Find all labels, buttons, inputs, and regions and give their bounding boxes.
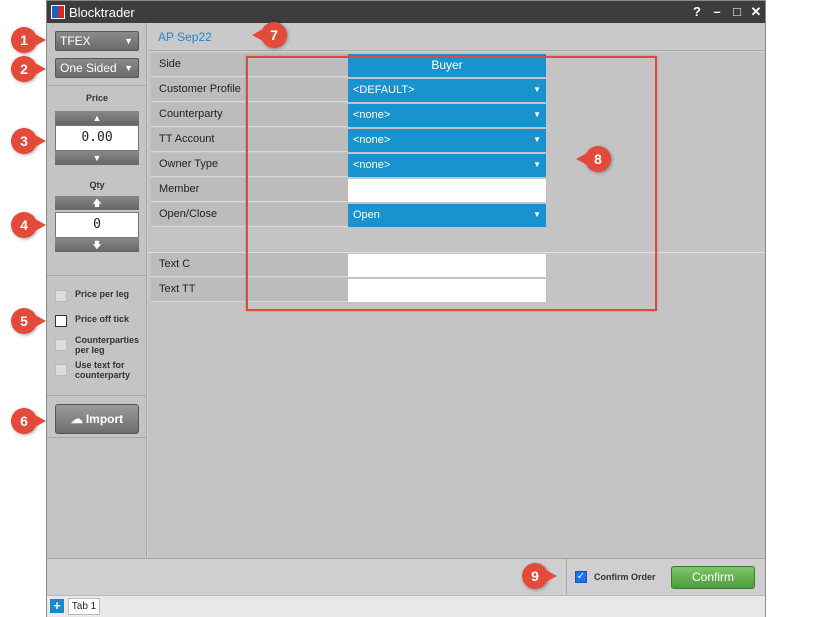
exchange-value: TFEX [60,34,91,48]
callout-4: 4 [11,212,46,238]
callout-9: 9 [522,563,557,589]
exchange-dropdown[interactable]: TFEX ▼ [55,31,139,51]
order-form: Side Buyer Customer Profile <DEFAULT> ▼ … [148,52,765,559]
divider [47,85,147,86]
chevron-down-icon: ▼ [124,36,133,46]
price-off-tick-label: Price off tick [75,314,130,324]
tab-1[interactable]: Tab 1 [68,598,100,615]
callout-8: 8 [576,146,611,172]
form-highlight-box [246,56,657,311]
help-icon[interactable]: ? [689,4,705,20]
price-off-tick-checkbox[interactable] [55,315,67,327]
callout-1: 1 [11,27,46,53]
callout-2: 2 [11,56,46,82]
maximize-icon[interactable]: □ [729,4,745,20]
callout-6: 6 [11,408,46,434]
use-text-for-counterparty-label: Use text for counterparty [75,360,131,380]
qty-input[interactable]: 0 [55,212,139,238]
import-label: Import [85,412,124,426]
tab-bar: + Tab 1 [47,595,765,617]
order-type-dropdown[interactable]: One Sided ▼ [55,58,139,78]
add-tab-icon[interactable]: + [50,599,64,613]
price-label: Price [85,93,109,103]
qty-down-button[interactable]: 🡇 [55,238,139,252]
callout-3: 3 [11,128,46,154]
footer-bar: ✓ Confirm Order Confirm [47,558,765,595]
price-per-leg-label: Price per leg [75,289,130,299]
blocktrader-logo-icon [51,5,65,19]
use-text-for-counterparty-checkbox[interactable] [55,364,67,376]
price-down-button[interactable]: ▼ [55,151,139,165]
confirm-order-checkbox[interactable]: ✓ [575,571,587,583]
callout-7: 7 [252,22,287,48]
close-icon[interactable]: ✕ [748,4,764,20]
instrument-header: AP Sep22 [148,23,765,51]
left-panel: TFEX ▼ One Sided ▼ Price ▲ 0.00 ▼ Qty 🡅 … [47,23,147,559]
instrument-name[interactable]: AP Sep22 [158,30,212,44]
counterparties-per-leg-checkbox[interactable] [55,339,67,351]
confirm-button[interactable]: Confirm [671,566,755,589]
divider [566,559,567,595]
cloud-upload-icon: ☁ [70,412,83,426]
chevron-down-icon: ▼ [124,63,133,73]
title-bar: Blocktrader ? – □ ✕ [47,1,765,23]
price-input[interactable]: 0.00 [55,125,139,151]
divider [47,395,147,396]
blocktrader-window: Blocktrader ? – □ ✕ TFEX ▼ One Sided ▼ P… [46,0,766,617]
minimize-icon[interactable]: – [709,4,725,20]
confirm-order-label: Confirm Order [594,572,656,582]
qty-up-button[interactable]: 🡅 [55,196,139,210]
callout-5: 5 [11,308,46,334]
window-title: Blocktrader [69,5,135,20]
order-type-value: One Sided [60,61,117,75]
divider [47,437,147,438]
qty-label: Qty [89,180,105,190]
counterparties-per-leg-label: Counterparties per leg [75,335,140,355]
import-button[interactable]: ☁ Import [55,404,139,434]
price-per-leg-checkbox[interactable] [55,290,67,302]
divider [47,275,147,276]
price-up-button[interactable]: ▲ [55,111,139,125]
